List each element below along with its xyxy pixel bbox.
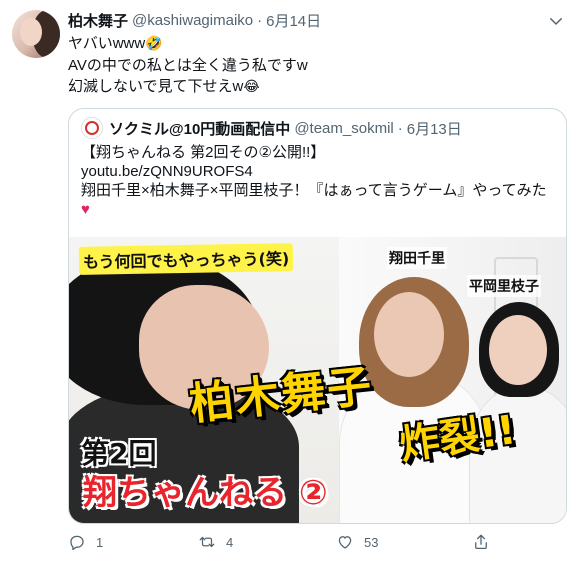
reply-button[interactable]: 1 [68, 530, 103, 554]
share-icon [475, 534, 487, 550]
author-avatar[interactable] [12, 10, 60, 58]
quoted-body: 【翔ちゃんねる 第2回その②公開!!】 youtu.be/zQNN9UROFS4… [81, 143, 556, 219]
quoted-header: ソクミル@10円動画配信中 @team_sokmil · 6月13日 [81, 117, 462, 139]
retweet-count: 4 [226, 534, 234, 550]
like-button[interactable]: 53 [336, 530, 378, 554]
retweet-button[interactable]: 4 [198, 530, 233, 554]
retweet-icon [199, 536, 215, 548]
reply-icon [70, 535, 84, 551]
author-name[interactable]: 柏木舞子 [68, 10, 128, 31]
tweet-body: ヤバいwww🤣 AVの中での私とは全く違う私ですw 幻滅しないで見て下せえw😂 [68, 33, 558, 98]
heart-emoji: ♥ [81, 201, 90, 218]
thumbnail-name-1: 翔田千里 [387, 247, 447, 269]
quoted-avatar-logo [85, 121, 99, 135]
joy-emoji: 😂 [243, 79, 260, 95]
avatar-face [20, 18, 42, 46]
tweet-actions: 1 4 53 [68, 530, 508, 554]
like-icon [338, 536, 352, 549]
quoted-tweet-card[interactable]: ソクミル@10円動画配信中 @team_sokmil · 6月13日 【翔ちゃん… [68, 108, 567, 524]
share-button[interactable] [472, 530, 490, 554]
chevron-down-icon[interactable] [547, 12, 565, 30]
reply-count: 1 [96, 534, 104, 550]
quoted-date: 6月13日 [406, 120, 462, 138]
quoted-author-handle: @team_sokmil [294, 119, 394, 137]
person-2-face [374, 292, 444, 377]
tweet-header: 柏木舞子 @kashiwagimaiko · 6月14日 [68, 10, 321, 30]
quoted-separator: · [397, 119, 403, 137]
author-handle[interactable]: @kashiwagimaiko [132, 12, 253, 29]
tweet-line-1: ヤバいwww🤣 [68, 33, 558, 55]
thumbnail-caption-top: もう何回でもやっちゃう(笑) [78, 243, 294, 275]
thumbnail-show-title: 翔ちゃんねる ② [83, 473, 328, 513]
quoted-line-3: 翔田千里×柏木舞子×平岡里枝子！『はぁって言うゲーム』やってみた [81, 182, 547, 199]
thumbnail-name-2: 平岡里枝子 [467, 275, 541, 297]
tweet-line-3: 幻滅しないで見て下せえw😂 [68, 76, 558, 98]
rofl-emoji: 🤣 [145, 36, 163, 52]
tweet-line-2: AVの中での私とは全く違う私ですw [68, 57, 308, 74]
person-3-face [489, 315, 547, 385]
like-count: 53 [364, 534, 379, 550]
quoted-line-1: 【翔ちゃんねる 第2回その②公開!!】 [81, 144, 326, 161]
quoted-thumbnail-image[interactable]: もう何回でもやっちゃう(笑) 翔田千里 平岡里枝子 柏木舞子 炸裂!! 第2回 … [69, 237, 566, 523]
quoted-author-name: ソクミル@10円動画配信中 [109, 120, 291, 138]
tweet-date[interactable]: 6月14日 [266, 10, 321, 31]
quoted-avatar [81, 117, 103, 139]
quoted-line-2: youtu.be/zQNN9UROFS4 [81, 163, 253, 180]
header-separator: · [257, 11, 263, 29]
